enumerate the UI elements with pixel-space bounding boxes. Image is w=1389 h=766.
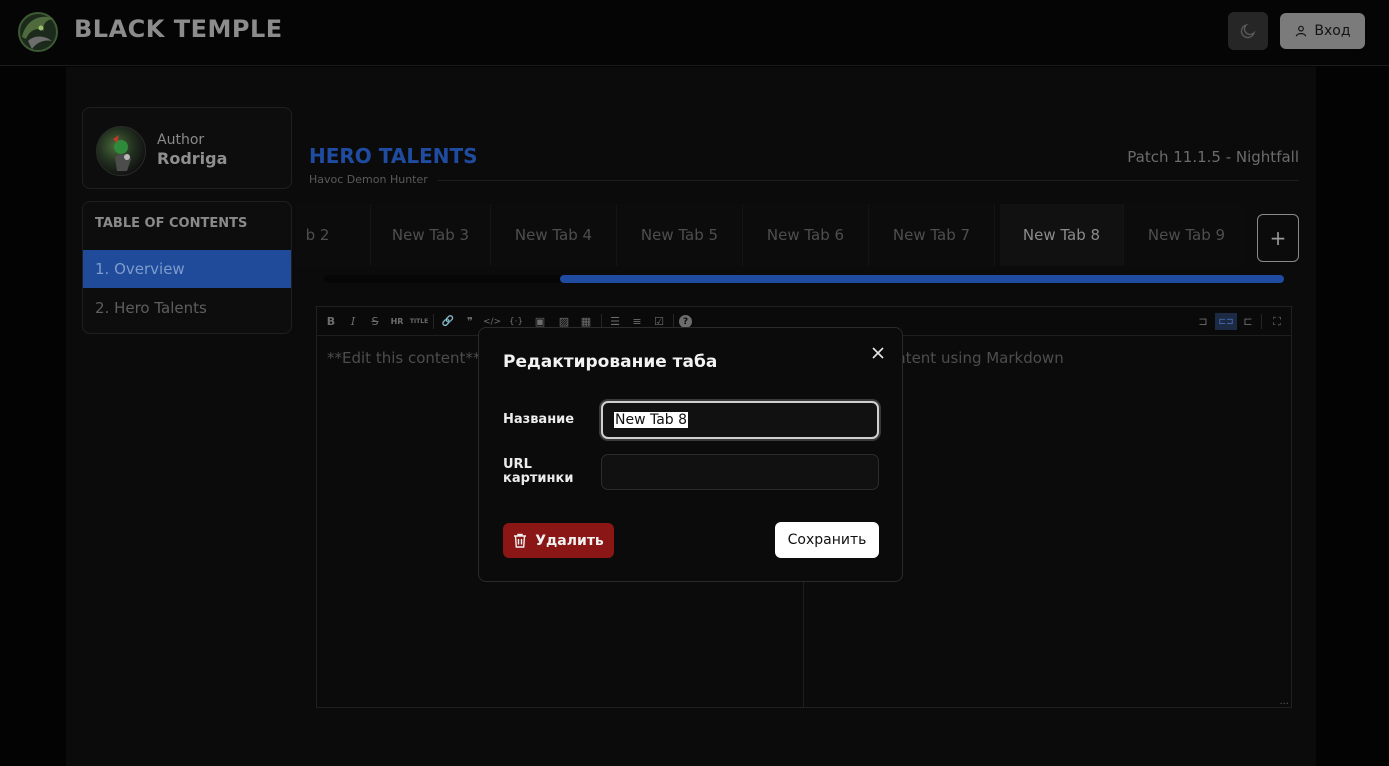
modal-overlay: Редактирование таба Название New Tab 8 U… [0, 0, 1389, 766]
edit-tab-dialog: Редактирование таба Название New Tab 8 U… [478, 327, 903, 582]
name-label: Название [503, 412, 575, 427]
image-url-label: URL картинки [503, 458, 573, 486]
delete-label: Удалить [535, 532, 604, 549]
close-icon [872, 347, 884, 359]
image-url-label-line1: URL [503, 457, 532, 472]
close-button[interactable] [869, 344, 887, 362]
tab-name-input[interactable]: New Tab 8 [601, 401, 879, 439]
save-button[interactable]: Сохранить [775, 522, 879, 558]
trash-icon [514, 533, 527, 548]
image-url-label-line2: картинки [503, 471, 574, 486]
delete-button[interactable]: Удалить [503, 523, 614, 558]
image-url-input[interactable] [601, 454, 879, 490]
tab-name-value: New Tab 8 [614, 412, 689, 428]
dialog-title: Редактирование таба [503, 352, 718, 372]
